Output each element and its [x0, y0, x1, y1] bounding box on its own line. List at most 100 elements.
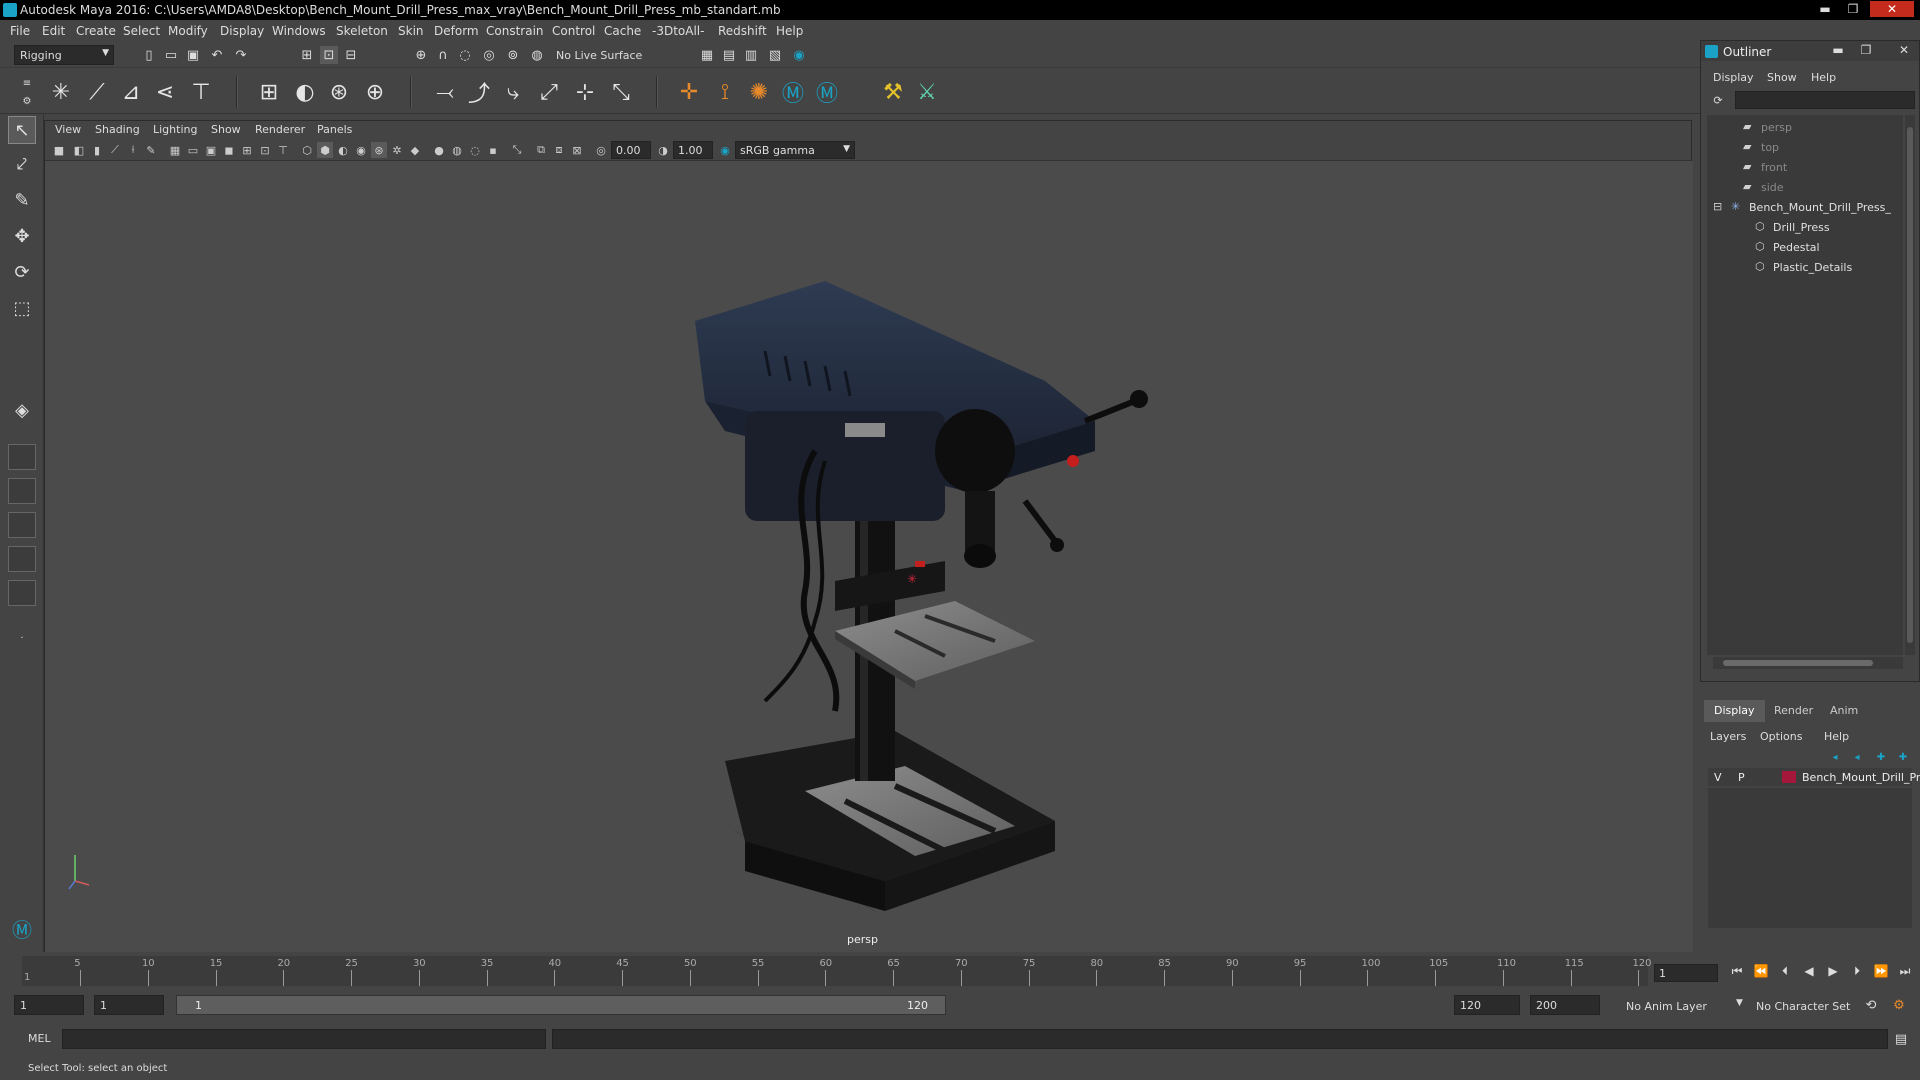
play-backward-icon[interactable]: ◀: [1800, 964, 1818, 982]
layer-menu-help[interactable]: Help: [1824, 730, 1849, 743]
depth-of-field-icon[interactable]: ⧈: [551, 142, 567, 158]
tab-render[interactable]: Render: [1764, 700, 1823, 722]
layer-visibility-toggle[interactable]: V: [1714, 771, 1722, 784]
menu-skin[interactable]: Skin: [398, 24, 424, 38]
safe-title-icon[interactable]: ⊤: [275, 142, 291, 158]
ipr-render-icon[interactable]: ▤: [720, 46, 738, 64]
viewport-menu-view[interactable]: View: [55, 123, 81, 136]
blend-shape-icon[interactable]: ✺: [746, 79, 772, 105]
pole-vector-icon[interactable]: ⤡: [608, 79, 634, 105]
camera-attributes-icon[interactable]: ◧: [71, 142, 87, 158]
menu-display[interactable]: Display: [220, 24, 264, 38]
menu-redshift[interactable]: Redshift: [718, 24, 767, 38]
select-tool-icon[interactable]: ↖: [8, 116, 36, 144]
cluster-icon[interactable]: ⊕: [362, 79, 388, 105]
animation-prefs-icon[interactable]: ⚙: [1890, 996, 1908, 1014]
new-layer-icon[interactable]: ✚: [1872, 748, 1890, 766]
rig-tool-icon[interactable]: ⚔: [914, 79, 940, 105]
lasso-tool-icon[interactable]: ⤦: [8, 150, 36, 178]
outliner-menu-display[interactable]: Display: [1713, 71, 1754, 84]
refresh-icon[interactable]: ⟳: [1709, 91, 1727, 109]
camera-select-icon[interactable]: ■: [51, 142, 67, 158]
render-frame-icon[interactable]: ▦: [698, 46, 716, 64]
field-chart-icon[interactable]: ⊞: [239, 142, 255, 158]
lattice-icon[interactable]: ⊛: [326, 79, 352, 105]
grid-icon[interactable]: ▦: [167, 142, 183, 158]
redo-icon[interactable]: ↷: [232, 46, 250, 64]
more-layouts-icon[interactable]: ·: [8, 624, 36, 652]
layout-graph-persp-icon[interactable]: [8, 580, 36, 606]
render-settings-icon[interactable]: ▥: [742, 46, 760, 64]
move-layer-up-icon[interactable]: ◂: [1826, 748, 1844, 766]
shadows-icon[interactable]: ✲: [389, 142, 405, 158]
gate-mask-icon[interactable]: ◼: [221, 142, 237, 158]
new-layer-selected-icon[interactable]: ✚: [1894, 748, 1912, 766]
snap-curve-icon[interactable]: ∩: [434, 46, 452, 64]
step-forward-icon[interactable]: ⏩: [1872, 964, 1890, 982]
menu-control[interactable]: Control: [552, 24, 595, 38]
film-gate-icon[interactable]: ▭: [185, 142, 201, 158]
menu-3dtoall[interactable]: -3DtoAll-: [652, 24, 704, 38]
ambient-occlusion-icon[interactable]: ▪: [485, 142, 501, 158]
snap-live-icon[interactable]: ◍: [528, 46, 546, 64]
exposure-icon[interactable]: ◎: [593, 142, 609, 158]
menu-file[interactable]: File: [10, 24, 30, 38]
go-to-end-icon[interactable]: ⏭: [1896, 964, 1914, 982]
snap-point-icon[interactable]: ◌: [456, 46, 474, 64]
end-time-field[interactable]: 200: [1530, 995, 1600, 1015]
menu-edit[interactable]: Edit: [42, 24, 65, 38]
view-transform-dropdown[interactable]: sRGB gamma ▼: [735, 141, 855, 159]
menu-constrain[interactable]: Constrain: [486, 24, 544, 38]
bind-skin-icon[interactable]: ⊞: [256, 79, 282, 105]
color-management-icon[interactable]: ◉: [717, 142, 733, 158]
orient-constraint-icon[interactable]: ⤷: [500, 79, 526, 105]
auto-key-icon[interactable]: ⟲: [1862, 996, 1880, 1014]
command-language-label[interactable]: MEL: [28, 1032, 51, 1045]
fit-view-icon[interactable]: ⊠: [569, 142, 585, 158]
minimize-button[interactable]: ▬: [1814, 1, 1836, 17]
joint-tool-icon[interactable]: ✳: [48, 79, 74, 105]
motion-blur-icon[interactable]: ⤡: [509, 142, 525, 158]
locator-icon[interactable]: ✛: [676, 79, 702, 105]
render-view-icon[interactable]: ◉: [790, 46, 808, 64]
hik-character-icon[interactable]: Ⓜ: [814, 79, 840, 107]
menu-help[interactable]: Help: [776, 24, 803, 38]
outliner-close-button[interactable]: ✕: [1895, 43, 1913, 59]
step-forward-key-icon[interactable]: ⏵: [1848, 964, 1866, 982]
select-object-icon[interactable]: ⊡: [320, 46, 338, 64]
menu-select[interactable]: Select: [123, 24, 160, 38]
scale-constraint-icon[interactable]: ⤢: [536, 79, 562, 105]
menu-cache[interactable]: Cache: [604, 24, 641, 38]
new-scene-icon[interactable]: ▯: [140, 46, 158, 64]
outliner-minimize-button[interactable]: ▬: [1829, 43, 1847, 59]
outliner-menu-help[interactable]: Help: [1811, 71, 1836, 84]
command-input[interactable]: [62, 1029, 546, 1049]
step-back-key-icon[interactable]: ⏴: [1776, 964, 1794, 982]
select-component-icon[interactable]: ⊟: [342, 46, 360, 64]
resolution-gate-icon[interactable]: ▣: [203, 142, 219, 158]
rotate-tool-icon[interactable]: ⟳: [8, 258, 36, 286]
safe-action-icon[interactable]: ⊡: [257, 142, 273, 158]
snap-view-icon[interactable]: ◎: [480, 46, 498, 64]
xray-joints-icon[interactable]: ◍: [449, 142, 465, 158]
anti-alias-icon[interactable]: ⧉: [533, 142, 549, 158]
gamma-field[interactable]: 1.00: [673, 141, 713, 159]
layer-color-swatch[interactable]: [1782, 771, 1796, 783]
tab-anim[interactable]: Anim: [1820, 700, 1868, 722]
smooth-shade-icon[interactable]: ⬢: [317, 142, 333, 158]
aim-constraint-icon[interactable]: ⤴: [466, 79, 492, 107]
open-scene-icon[interactable]: ▭: [162, 46, 180, 64]
move-tool-icon[interactable]: ✥: [8, 222, 36, 250]
3d-scene[interactable]: ✳: [45, 161, 1693, 953]
mirror-joint-icon[interactable]: ⊤: [188, 79, 214, 105]
grease-pencil-icon[interactable]: ✎: [143, 142, 159, 158]
isolate-select-icon[interactable]: ◆: [407, 142, 423, 158]
undo-icon[interactable]: ↶: [208, 46, 226, 64]
menu-skeleton[interactable]: Skeleton: [336, 24, 388, 38]
outliner-search-input[interactable]: [1735, 91, 1915, 109]
layer-menu-options[interactable]: Options: [1760, 730, 1802, 743]
time-ruler[interactable]: 1 5 10 15 20 25 30 35 40 45 50 55 60 65 70 75 80 85 90 95 1…: [22, 956, 1652, 986]
live-surface-label[interactable]: No Live Surface: [556, 49, 642, 62]
paint-select-icon[interactable]: ✎: [8, 186, 36, 214]
playback-start-field[interactable]: 1: [94, 995, 164, 1015]
